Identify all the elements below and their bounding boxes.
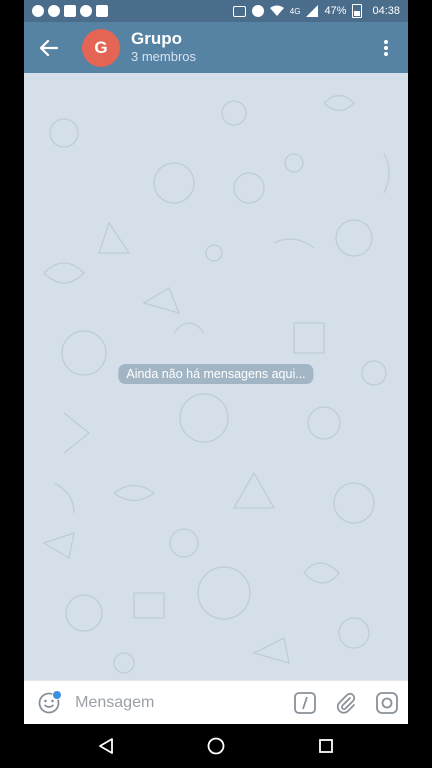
empty-chat-notice: Ainda não há mensagens aqui... [118,364,314,384]
slash-command-icon [293,692,316,714]
nav-home-button[interactable] [201,731,231,761]
member-count: 3 membros [131,49,197,64]
bot-command-button[interactable] [284,681,325,725]
do-not-disturb-icon [251,5,264,17]
triangle-back-icon [99,738,113,754]
whatsapp-icon [48,5,60,17]
message-composer [24,680,408,725]
chat-title-area[interactable]: Grupo 3 membros [131,30,196,65]
navigation-bar [0,724,432,768]
android-icon [96,5,108,17]
telegram-icon [80,5,92,17]
network-type: 4G [289,6,301,16]
emoji-button[interactable] [24,681,73,725]
notification-icons [24,5,108,17]
chat-header: G Grupo 3 membros [24,22,408,73]
game-icon [32,5,44,17]
message-input[interactable] [73,682,285,724]
clock: 04:38 [372,5,400,17]
new-stickers-badge [52,690,62,700]
more-vertical-icon [384,39,388,56]
camera-icon [376,692,399,714]
paperclip-icon [337,692,356,714]
recents-square-icon [319,739,333,753]
signal-icon [306,5,319,17]
nav-back-button[interactable] [91,731,121,761]
nav-recents-button[interactable] [311,731,341,761]
camera-button[interactable] [367,681,408,725]
chat-title: Grupo [131,29,182,48]
cast-icon [232,5,246,17]
system-icons: 4G 47% 04:38 [232,4,408,18]
more-options-button[interactable] [364,22,408,73]
mail-icon [64,5,76,17]
wifi-icon [269,5,284,16]
back-arrow-icon [40,39,58,56]
chat-area: Ainda não há mensagens aqui... [24,73,408,680]
group-avatar[interactable]: G [82,28,120,67]
home-circle-icon [207,737,225,755]
battery-percent: 47% [324,5,347,17]
avatar-letter: G [94,37,108,57]
status-bar: 4G 47% 04:38 [24,0,408,22]
battery-icon [352,4,363,18]
attach-button[interactable] [325,681,366,725]
back-button[interactable] [24,22,74,73]
